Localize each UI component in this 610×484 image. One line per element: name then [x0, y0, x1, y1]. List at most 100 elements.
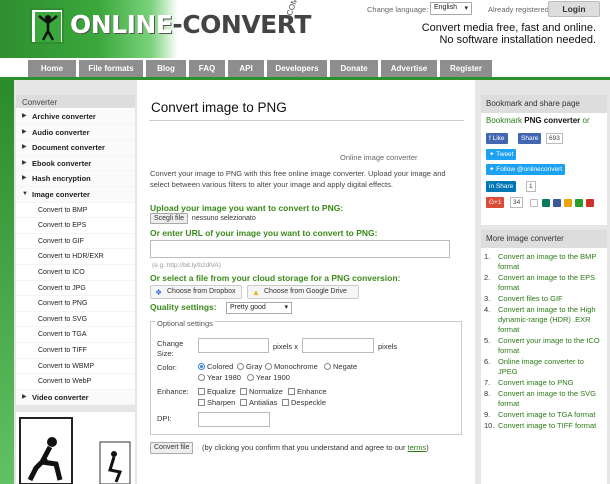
list-item[interactable]: 1. Convert an image to the BMP format — [484, 252, 604, 272]
sidebar-item-image[interactable]: ▼ Image converter — [16, 186, 135, 203]
sidebar-sub-ico[interactable]: Convert to ICO — [16, 264, 135, 281]
sidebar-item-video[interactable]: ▶ Video converter — [16, 389, 135, 406]
triangle-down-icon: ▼ — [22, 190, 28, 197]
sidebar-item-ebook[interactable]: ▶ Ebook converter — [16, 155, 135, 172]
color-negate-radio[interactable]: Negate — [324, 362, 357, 371]
sidebar-sub-wbmp[interactable]: Convert to WBMP — [16, 358, 135, 375]
list-item[interactable]: 3. Convert files to GIF — [484, 294, 604, 304]
sidebar-sub-tga[interactable]: Convert to TGA — [16, 327, 135, 343]
login-button[interactable]: Login — [548, 1, 600, 17]
facebook-count: 693 — [546, 133, 563, 144]
list-number: 10. — [484, 421, 495, 430]
dpi-input[interactable] — [198, 412, 270, 427]
nav-register[interactable]: Register — [440, 60, 492, 77]
sidebar-item-archive[interactable]: ▶ Archive converter — [16, 109, 135, 125]
google-plus-button[interactable]: G+1 — [486, 197, 505, 208]
convert-note: (by clicking you confirm that you unders… — [150, 442, 450, 453]
checkbox-icon — [240, 388, 247, 395]
sidebar-sub-webp[interactable]: Convert to WebP — [16, 374, 135, 390]
choose-file-button[interactable]: Scegli file — [150, 213, 188, 224]
google-plus-count: 34 — [510, 197, 524, 208]
sidebar-sub-png[interactable]: Convert to PNG — [16, 296, 135, 312]
list-link: Convert image to TIFF format — [498, 421, 597, 430]
sidebar-sub-svg[interactable]: Convert to SVG — [16, 311, 135, 328]
list-item[interactable]: 10. Convert image to TIFF format — [484, 421, 604, 431]
enhance-enhance-checkbox[interactable]: Enhance — [288, 387, 327, 396]
radio-selected-icon — [198, 363, 205, 370]
list-item[interactable]: 2. Convert an image to the EPS format — [484, 273, 604, 293]
color-1980-radio[interactable]: Year 1980 — [198, 373, 241, 382]
bookmark-text: Bookmark PNG converter or — [486, 116, 590, 125]
list-item[interactable]: 8. Convert an image to the SVG format — [484, 389, 604, 409]
checkbox-label: Sharpen — [207, 398, 236, 407]
main-nav: Home File formats Blog FAQ API Developer… — [28, 60, 492, 77]
google-drive-button-label: Choose from Google Drive — [264, 288, 347, 295]
logo-text[interactable]: ONLINE-CONVERT — [70, 10, 311, 39]
sidebar-item-hash[interactable]: ▶ Hash encryption — [16, 171, 135, 187]
logo-icon[interactable] — [30, 8, 64, 44]
triangle-right-icon: ▶ — [22, 128, 27, 135]
facebook-share-button[interactable]: Share — [518, 133, 542, 144]
list-item[interactable]: 6. Online image converter to JPEG — [484, 357, 604, 377]
enhance-antialias-checkbox[interactable]: Antialias — [240, 398, 277, 407]
nav-api[interactable]: API — [228, 60, 264, 77]
sidebar-sub-gif[interactable]: Convert to GIF — [16, 233, 135, 250]
nav-advertise[interactable]: Advertise — [381, 60, 437, 77]
nav-blog[interactable]: Blog — [146, 60, 186, 77]
terms-link[interactable]: terms — [408, 443, 427, 452]
list-number: 8. — [484, 389, 491, 398]
color-monochrome-radio[interactable]: Monochrome — [265, 362, 318, 371]
list-number: 1. — [484, 252, 491, 261]
enhance-normalize-checkbox[interactable]: Normalize — [240, 387, 283, 396]
stumbleupon-icon[interactable] — [564, 199, 572, 207]
sidebar-sub-bmp[interactable]: Convert to BMP — [16, 202, 135, 219]
linkedin-share-button[interactable]: in Share — [486, 181, 517, 192]
enhance-sharpen-checkbox[interactable]: Sharpen — [198, 398, 235, 407]
sidebar-item-audio[interactable]: ▶ Audio converter — [16, 124, 135, 141]
share-icon[interactable] — [575, 199, 583, 207]
follow-button[interactable]: ✦ Follow @onlineconvert — [486, 164, 566, 175]
list-item[interactable]: 7. Convert image to PNG — [484, 378, 604, 388]
more-heading: More image converter — [481, 230, 607, 248]
list-item[interactable]: 9. Convert image to TGA format — [484, 410, 604, 420]
digg-icon[interactable] — [542, 199, 550, 207]
color-gray-radio[interactable]: Gray — [237, 362, 262, 371]
url-hint: (e.g. http://bit.ly/b2dlVA) — [152, 262, 221, 269]
dropbox-button[interactable]: ❖ Choose from Dropbox — [150, 285, 242, 299]
tweet-button[interactable]: ✦ Tweet — [486, 149, 517, 160]
language-select[interactable]: English ▾ — [430, 2, 472, 15]
list-item[interactable]: 4. Convert an image to the High dynamic-r… — [484, 305, 604, 335]
convert-file-button[interactable]: Convert file — [150, 442, 194, 454]
facebook-like-button[interactable]: f Like — [486, 133, 508, 144]
quality-select[interactable]: Pretty good ▾ — [226, 302, 292, 314]
right-sidebar: Bookmark and share page Bookmark PNG con… — [478, 80, 610, 484]
url-input[interactable] — [150, 240, 450, 258]
sidebar-sub-eps[interactable]: Convert to EPS — [16, 218, 135, 234]
sidebar-item-document[interactable]: ▶ Document converter — [16, 140, 135, 156]
triangle-right-icon: ▶ — [22, 159, 27, 166]
google-drive-button[interactable]: ▲ Choose from Google Drive — [247, 285, 359, 299]
sidebar-sub-tiff[interactable]: Convert to TIFF — [16, 342, 135, 359]
list-link: Convert files to GIF — [498, 294, 563, 303]
sidebar-sub-hdr[interactable]: Convert to HDR/EXR — [16, 249, 135, 265]
delicious-icon[interactable] — [553, 199, 561, 207]
color-colored-radio[interactable]: Colored — [198, 362, 233, 371]
nav-donate[interactable]: Donate — [330, 60, 378, 77]
enhance-equalize-checkbox[interactable]: Equalize — [198, 387, 236, 396]
color-1900-radio[interactable]: Year 1900 — [247, 373, 290, 382]
quality-label: Quality settings: — [150, 302, 217, 312]
nav-developers[interactable]: Developers — [267, 60, 327, 77]
width-input[interactable] — [198, 338, 269, 353]
sidebar-sub-jpg[interactable]: Convert to JPG — [16, 280, 135, 297]
triangle-right-icon: ▶ — [22, 144, 27, 151]
list-item[interactable]: 5. Convert your image to the ICO format — [484, 336, 604, 356]
height-input[interactable] — [302, 338, 374, 353]
nav-faq[interactable]: FAQ — [189, 60, 225, 77]
radio-icon — [198, 374, 205, 381]
pinterest-icon[interactable] — [586, 199, 594, 207]
nav-home[interactable]: Home — [28, 60, 76, 77]
nav-file-formats[interactable]: File formats — [79, 60, 143, 77]
enhance-despeckle-checkbox[interactable]: Despeckle — [282, 398, 326, 407]
blank-share-icon[interactable] — [530, 199, 538, 207]
already-registered-label: Already registered? — [488, 5, 554, 14]
